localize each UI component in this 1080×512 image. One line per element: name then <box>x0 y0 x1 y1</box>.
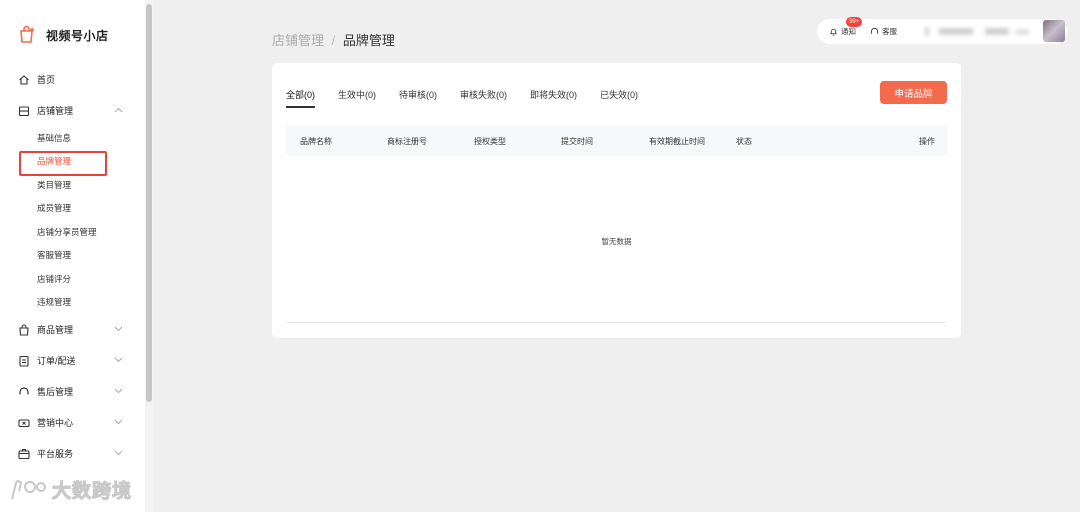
shop-bag-icon <box>20 25 34 43</box>
redacted-shop-name-2 <box>985 28 1009 35</box>
column-header-submit-time: 提交时间 <box>561 137 593 146</box>
watermark-text: 大数跨境 <box>51 481 133 503</box>
sidebar-nav: 首页 店铺管理 基础信息 品牌管理 类目管理 成员管理 店铺分享员管理 客服管理… <box>0 64 145 469</box>
empty-state-text: 暂无数据 <box>601 237 632 246</box>
table-body-empty: 暂无数据 <box>286 155 947 323</box>
customer-service-button[interactable]: 客服 <box>870 26 897 37</box>
sidebar-item-products[interactable]: 商品管理 <box>0 314 145 345</box>
column-header-status: 状态 <box>736 137 752 146</box>
sidebar-subitem-category[interactable]: 类目管理 <box>0 173 145 197</box>
sidebar-subitem-sharers[interactable]: 店铺分享员管理 <box>0 220 145 244</box>
sidebar-item-home[interactable]: 首页 <box>0 64 145 95</box>
watermark-mark-icon <box>11 479 46 499</box>
chevron-up-icon <box>114 107 123 113</box>
tab-pending-review[interactable]: 待审核(0) <box>399 88 437 108</box>
chevron-down-icon <box>114 450 123 456</box>
status-tabs: 全部(0) 生效中(0) 待审核(0) 审核失败(0) 即将失效(0) 已失效(… <box>286 88 661 108</box>
apply-brand-button[interactable]: 申请品牌 <box>880 81 947 104</box>
service-box-icon <box>18 448 30 459</box>
chevron-down-icon <box>114 357 123 363</box>
sidebar-item-marketing[interactable]: 营销中心 <box>0 407 145 438</box>
breadcrumb-separator: / <box>331 33 336 48</box>
sidebar-item-label: 售后管理 <box>37 387 74 397</box>
headset-icon <box>19 386 29 394</box>
bell-icon <box>830 28 837 36</box>
sidebar-item-platform-services[interactable]: 平台服务 <box>0 438 145 469</box>
sidebar-scrollbar-thumb[interactable] <box>146 4 152 402</box>
column-header-actions: 操作 <box>919 137 935 146</box>
headset-icon <box>870 27 879 34</box>
chevron-down-icon <box>114 419 123 425</box>
sidebar: 视频号小店 首页 店铺管理 基础信息 品牌管理 类目管理 成员管理 店铺分享员管… <box>0 0 153 512</box>
chevron-down-icon <box>114 388 123 394</box>
breadcrumb-parent[interactable]: 店铺管理 <box>272 33 324 48</box>
notice-badge: 99+ <box>846 17 863 27</box>
sidebar-item-label: 平台服务 <box>37 449 74 459</box>
tab-all[interactable]: 全部(0) <box>286 88 315 108</box>
column-header-authorization-type: 授权类型 <box>474 137 506 146</box>
column-header-trademark-number: 商标注册号 <box>387 137 427 146</box>
redacted-divider <box>925 27 929 36</box>
store-icon <box>18 105 30 116</box>
chevron-down-icon <box>114 326 123 332</box>
sidebar-subitem-violations[interactable]: 违规管理 <box>0 291 145 315</box>
brand-name: 视频号小店 <box>46 28 109 43</box>
bag-icon <box>19 323 29 336</box>
sidebar-item-label: 首页 <box>37 75 56 85</box>
column-header-brand-name: 品牌名称 <box>300 137 332 146</box>
tab-expiring-soon[interactable]: 即将失效(0) <box>530 88 577 108</box>
sidebar-subitem-basic-info[interactable]: 基础信息 <box>0 126 145 150</box>
table-header: 品牌名称 商标注册号 授权类型 提交时间 有效期截止时间 状态 操作 <box>286 126 947 155</box>
sidebar-item-store[interactable]: 店铺管理 <box>0 95 145 126</box>
notice-button[interactable]: 通知 99+ <box>829 17 863 37</box>
redacted-shop-name <box>939 28 973 35</box>
tab-expired[interactable]: 已失效(0) <box>600 88 638 108</box>
column-header-expiry-time: 有效期截止时间 <box>649 137 705 146</box>
top-user-bar: 通知 99+ 客服 <box>817 17 1067 44</box>
redacted-shop-name-3 <box>1015 29 1029 35</box>
sidebar-item-label: 订单/配送 <box>37 356 76 366</box>
customer-service-label: 客服 <box>882 27 897 36</box>
sidebar-subitem-store-rating[interactable]: 店铺评分 <box>0 267 145 291</box>
tab-review-failed[interactable]: 审核失败(0) <box>460 88 507 108</box>
sidebar-item-label: 店铺管理 <box>37 106 74 116</box>
sidebar-item-label: 商品管理 <box>37 325 74 335</box>
breadcrumb: 店铺管理 / 品牌管理 <box>272 30 395 49</box>
home-icon <box>19 74 29 85</box>
sidebar-subitem-members[interactable]: 成员管理 <box>0 197 145 221</box>
sidebar-item-orders[interactable]: 订单/配送 <box>0 345 145 376</box>
sidebar-item-label: 营销中心 <box>37 418 74 428</box>
avatar[interactable] <box>1043 20 1065 42</box>
brand-management-card: 全部(0) 生效中(0) 待审核(0) 审核失败(0) 即将失效(0) 已失效(… <box>272 63 961 338</box>
brand[interactable]: 视频号小店 <box>18 25 109 45</box>
order-icon <box>19 355 29 367</box>
sidebar-subitem-brand[interactable]: 品牌管理 <box>0 150 145 175</box>
tab-active[interactable]: 生效中(0) <box>338 88 376 108</box>
ticket-icon <box>18 418 30 427</box>
sidebar-subitem-customer-service[interactable]: 客服管理 <box>0 244 145 268</box>
notice-label: 通知 <box>841 27 856 36</box>
watermark-logo: 大数跨境 <box>8 476 132 503</box>
sidebar-item-after-sales[interactable]: 售后管理 <box>0 376 145 407</box>
brand-table: 品牌名称 商标注册号 授权类型 提交时间 有效期截止时间 状态 操作 暂无数据 <box>286 126 947 323</box>
breadcrumb-current: 品牌管理 <box>342 33 395 48</box>
